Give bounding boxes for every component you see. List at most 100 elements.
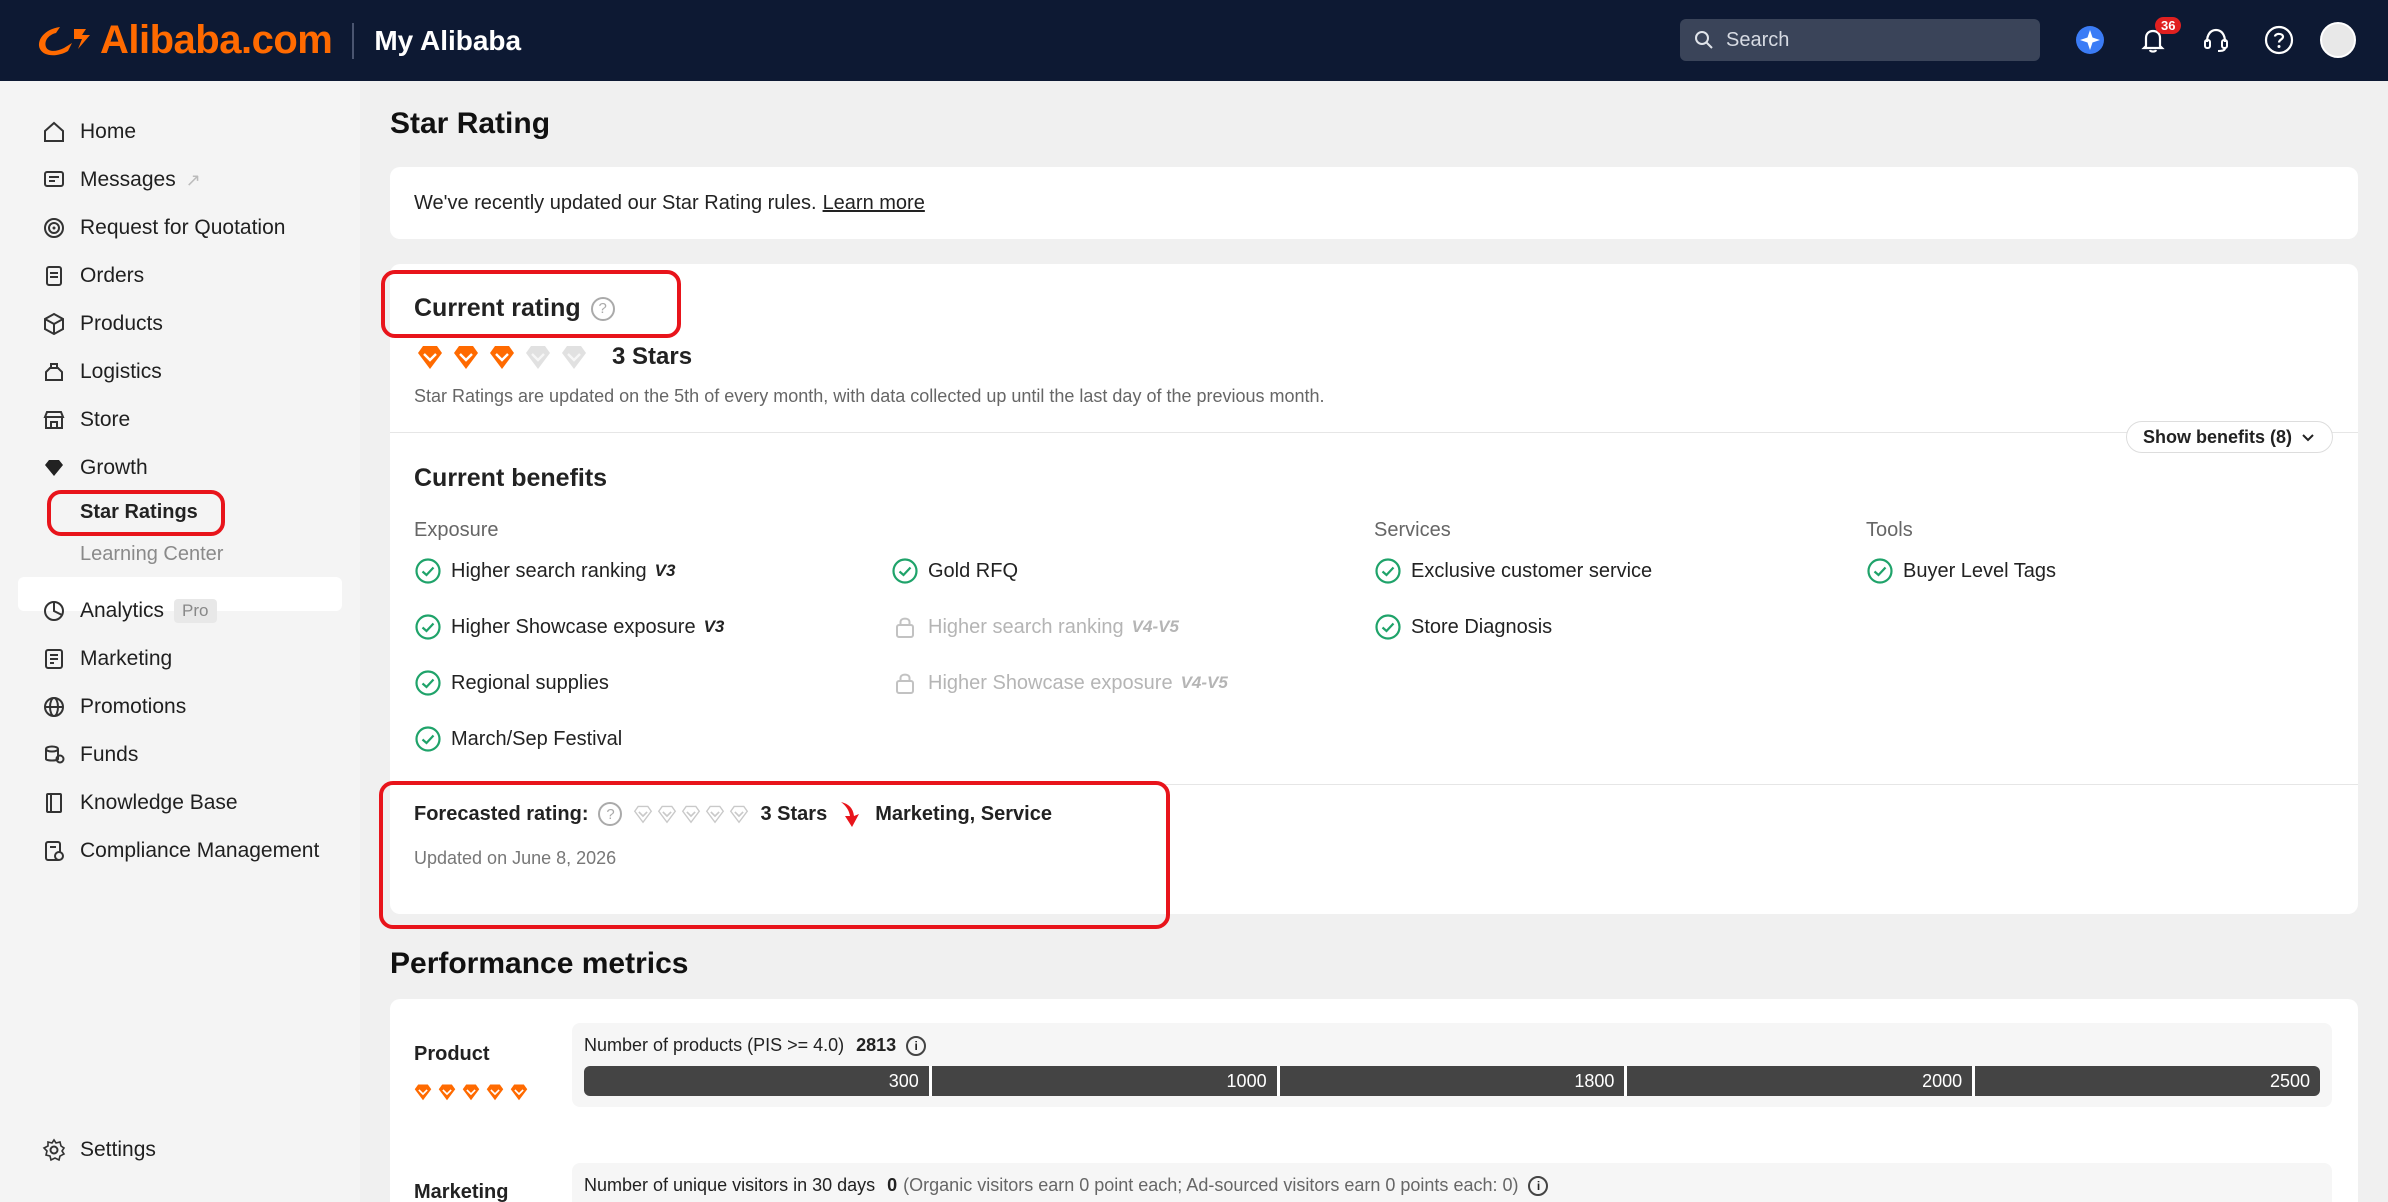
update-note: Star Ratings are updated on the 5th of e…	[414, 386, 1325, 406]
sidebar-item-rfq[interactable]: Request for Quotation	[38, 208, 285, 248]
metric-label-text: Number of products (PIS >= 4.0)	[584, 1035, 845, 1055]
ai-sparkle-icon	[2076, 26, 2104, 54]
benefit-item: Exclusive customer service	[1374, 557, 1652, 585]
benefit-label: Regional supplies	[451, 671, 609, 694]
lock-icon	[896, 617, 914, 638]
sidebar-item-label: Store	[80, 408, 131, 431]
benefit-item: Store Diagnosis	[1374, 613, 1552, 641]
sidebar-item-orders[interactable]: Orders	[38, 256, 144, 296]
analytics-icon	[38, 595, 70, 627]
sidebar-item-label: Home	[80, 120, 137, 143]
notification-badge: 36	[2155, 17, 2182, 34]
sidebar-item-label: Knowledge Base	[80, 791, 238, 814]
topbar-divider	[352, 22, 355, 59]
sidebar-sub-learning-center[interactable]: Learning Center	[80, 543, 223, 566]
metric-label: Number of products (PIS >= 4.0) 2813 i	[584, 1035, 927, 1056]
metric-name-marketing: Marketing	[414, 1181, 509, 1202]
alibaba-logo[interactable]: Alibaba.com	[34, 0, 333, 81]
info-icon[interactable]: i	[1528, 1175, 1549, 1196]
sidebar-item-compliance[interactable]: Compliance Management	[38, 831, 319, 871]
customer-service-button[interactable]	[2194, 18, 2238, 62]
metric-box-marketing: Number of unique visitors in 30 days 0 (…	[572, 1163, 2332, 1202]
star-diamond-filled-icon	[438, 1084, 456, 1101]
threshold-segment: 300	[584, 1066, 932, 1096]
performance-title: Performance metrics	[390, 947, 689, 980]
column-tools: Tools	[1866, 519, 1913, 541]
sidebar-item-products[interactable]: Products	[38, 304, 163, 344]
help-button[interactable]	[2257, 18, 2301, 62]
sidebar-item-logistics[interactable]: Logistics	[38, 352, 162, 392]
highlight-box-star-ratings	[47, 490, 225, 536]
rules-notice: We've recently updated our Star Rating r…	[390, 167, 2358, 239]
check-circle-icon	[415, 726, 441, 752]
star-diamond-filled-icon	[418, 346, 442, 369]
rfq-icon	[38, 212, 70, 244]
ai-assistant-button[interactable]	[2068, 18, 2112, 62]
sidebar-item-label: Growth	[80, 456, 148, 479]
orders-icon	[38, 260, 70, 292]
star-diamond-filled-icon	[454, 346, 478, 369]
level-tag: V3	[654, 561, 676, 580]
search-icon	[1695, 31, 1713, 49]
show-benefits-button[interactable]: Show benefits (8)	[2126, 421, 2334, 453]
sidebar-item-knowledge-base[interactable]: Knowledge Base	[38, 783, 238, 823]
benefit-label: Higher Showcase exposure	[928, 671, 1173, 694]
my-alibaba-title[interactable]: My Alibaba	[374, 25, 521, 57]
current-benefits-title: Current benefits	[414, 464, 608, 492]
learn-more-link[interactable]: Learn more	[823, 192, 925, 215]
book-icon	[38, 787, 70, 819]
benefit-item-locked: Higher Showcase exposure V4-V5	[891, 669, 1228, 697]
benefit-item: Regional supplies	[414, 669, 609, 697]
avatar[interactable]	[2320, 22, 2356, 58]
sidebar-item-label: Products	[80, 312, 163, 335]
marketing-icon	[38, 643, 70, 675]
metric-detail: (Organic visitors earn 0 point each; Ad-…	[903, 1175, 1519, 1195]
search-input[interactable]: Search	[1680, 19, 2040, 61]
chevron-down-icon	[2302, 434, 2314, 442]
page-title: Star Rating	[390, 107, 551, 140]
alibaba-logo-icon	[38, 26, 90, 55]
benefit-item: Gold RFQ	[891, 557, 1018, 585]
notifications-button[interactable]: 36	[2131, 17, 2182, 62]
sidebar-item-settings[interactable]: Settings	[38, 1130, 156, 1170]
external-link-icon: ↗	[185, 169, 201, 190]
gear-icon	[38, 1134, 70, 1166]
star-diamond-empty-icon	[526, 346, 550, 369]
metric-value: 0	[887, 1175, 898, 1195]
logistics-icon	[38, 356, 70, 388]
store-icon	[38, 404, 70, 436]
star-diamond-filled-icon	[490, 346, 514, 369]
highlight-box-forecast	[379, 781, 1170, 929]
sidebar-item-funds[interactable]: Funds	[38, 735, 138, 775]
sidebar-item-store[interactable]: Store	[38, 400, 130, 440]
threshold-segment: 2000	[1627, 1066, 1976, 1096]
sidebar-item-label: Marketing	[80, 647, 173, 670]
metric-box-product: Number of products (PIS >= 4.0) 2813 i 3…	[572, 1023, 2332, 1107]
sidebar-item-promotions[interactable]: Promotions	[38, 687, 186, 727]
sidebar-item-growth[interactable]: Growth	[38, 448, 148, 488]
level-tag: V4-V5	[1131, 617, 1179, 636]
current-stars-row: 3 Stars	[414, 341, 692, 373]
top-bar: Alibaba.com My Alibaba Search 36	[0, 0, 2388, 81]
check-circle-icon	[415, 614, 441, 640]
benefit-label: Store Diagnosis	[1411, 615, 1553, 638]
benefit-item: March/Sep Festival	[414, 725, 622, 753]
headset-icon	[2204, 28, 2228, 52]
sidebar-item-marketing[interactable]: Marketing	[38, 639, 172, 679]
top-icons: 36	[2068, 17, 2356, 62]
sidebar-item-analytics[interactable]: Analytics Pro	[38, 591, 217, 631]
diamond-icon	[38, 452, 70, 484]
benefit-label: Buyer Level Tags	[1903, 559, 2057, 582]
sidebar-item-label: Compliance Management	[80, 839, 320, 862]
info-icon[interactable]: i	[906, 1035, 927, 1056]
divider	[390, 432, 2358, 433]
sidebar-item-messages[interactable]: Messages ↗	[38, 160, 201, 200]
metric-label: Number of unique visitors in 30 days 0 (…	[584, 1175, 1549, 1196]
pro-badge: Pro	[174, 599, 217, 623]
sidebar-item-label: Orders	[80, 264, 145, 287]
level-tag: V3	[703, 617, 725, 636]
sidebar-item-label: Funds	[80, 743, 139, 766]
column-exposure: Exposure	[414, 519, 499, 541]
sidebar-item-home[interactable]: Home	[38, 112, 136, 152]
sidebar-item-label: Request for Quotation	[80, 216, 286, 239]
